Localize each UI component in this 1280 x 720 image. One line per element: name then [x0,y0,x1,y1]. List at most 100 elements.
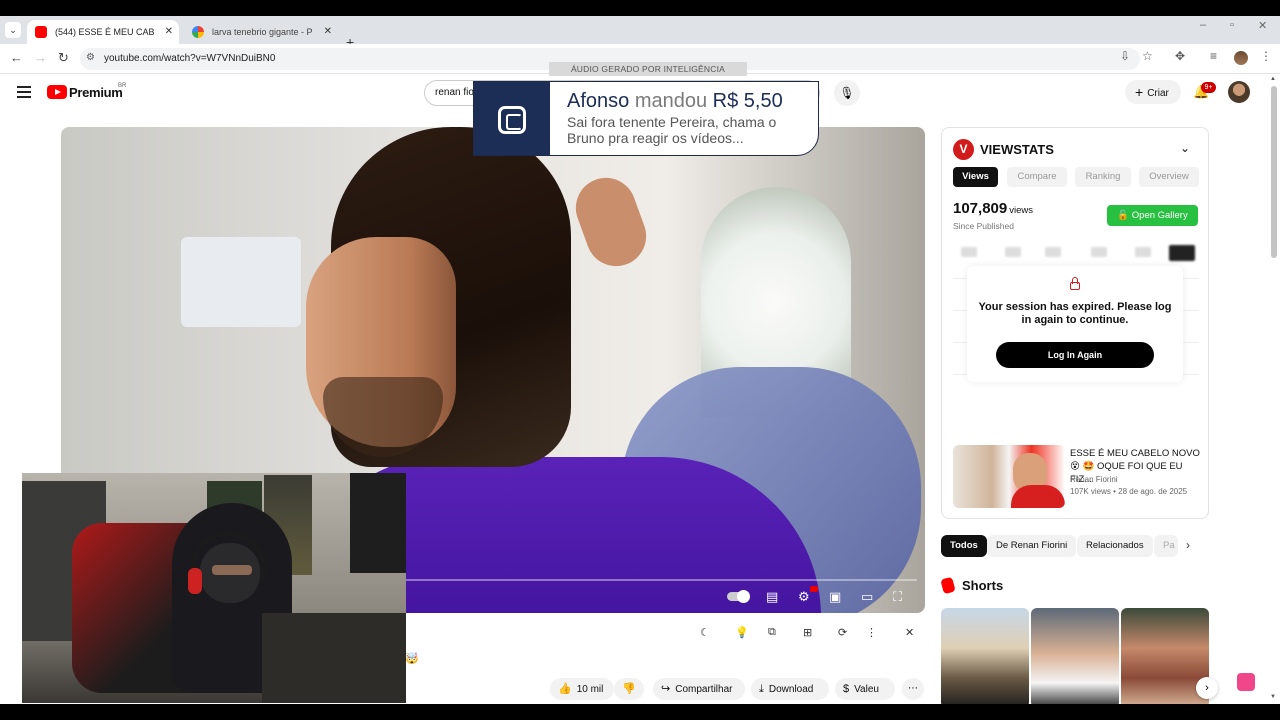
download-button[interactable]: ⤓ Download [751,678,829,700]
scroll-down-arrow-icon[interactable]: ▼ [1270,694,1276,700]
tab-google-search[interactable]: larva tenebrio gigante - Pesquisa ✕ [184,20,338,44]
webcam-poster [350,473,406,573]
reload-icon[interactable]: ↻ [58,50,69,66]
media-control-icon[interactable]: ≡ [1210,49,1217,63]
close-toolbar-icon[interactable]: ✕ [905,626,914,639]
fullscreen-icon[interactable]: ⛶ [893,589,902,605]
donation-headline: Afonso mandou R$ 5,50 [567,90,783,113]
viewstats-tabs: Views Compare Ranking Overview [953,167,1199,187]
guide-menu-icon[interactable] [17,86,31,101]
subtitles-icon[interactable]: ▤ [766,589,778,605]
time-range-option[interactable] [961,247,977,257]
chip-all[interactable]: Todos [941,535,987,557]
streamer-webcam [22,473,406,703]
browser-menu-icon[interactable]: ⋮ [1260,49,1272,63]
share-button[interactable]: ↪ Compartilhar [653,678,745,700]
theater-mode-icon[interactable]: ▭ [861,589,873,605]
short-thumbnail[interactable] [1031,608,1119,708]
forward-arrow-icon[interactable]: → [34,50,47,65]
create-button[interactable]: + Criar [1125,80,1181,104]
chip-related[interactable]: Relacionados [1077,535,1153,557]
hd-badge-icon [810,586,818,592]
time-range-option[interactable] [1091,247,1107,257]
tab-overview[interactable]: Overview [1139,167,1199,187]
super-thanks-icon: $ [843,683,850,695]
shorts-section-title: Shorts [962,578,1004,593]
loop-icon[interactable]: ⟳ [838,626,847,639]
collapse-chevron-icon[interactable]: ⌄ [1180,141,1190,155]
country-code: BR [118,83,127,89]
time-range-option[interactable] [1135,247,1151,257]
thumbs-up-icon: 👍 [558,683,572,695]
time-range-option-selected[interactable] [1169,245,1195,261]
pip-icon[interactable]: ⧉ [768,626,776,639]
install-app-icon[interactable]: ⇩ [1120,49,1130,63]
back-arrow-icon[interactable]: ← [10,50,23,65]
time-range-option[interactable] [1045,247,1061,257]
viewstats-video-card[interactable]: ESSE É MEU CABELO NOVO 😵 🤩 OQUE FOI QUE … [953,445,1200,509]
extensions-puzzle-icon[interactable]: ✥ [1175,49,1185,63]
window-close-icon[interactable]: ✕ [1258,19,1267,32]
notification-count-badge: 9+ [1201,82,1216,93]
log-in-again-button[interactable]: Log In Again [996,342,1154,368]
video-frame-wall-unit [181,237,301,327]
screenshot-icon[interactable]: ⊞ [803,626,812,639]
chips-next-chevron-icon[interactable]: › [1186,538,1190,552]
like-button[interactable]: 👍 10 mil [550,678,614,700]
page-scrollbar[interactable] [1271,86,1277,258]
bookmark-star-icon[interactable]: ☆ [1142,49,1153,63]
dislike-button[interactable]: 👎 [614,678,644,700]
ai-audio-banner: ÁUDIO GERADO POR INTELIGÊNCIA ARTIFICIAL [549,62,747,88]
video-thumbnail[interactable] [953,445,1065,508]
plus-icon: + [1135,84,1144,100]
tab-search-chevron-icon[interactable]: ⌄ [5,22,21,38]
scroll-up-arrow-icon[interactable]: ▲ [1270,76,1276,82]
tab-label: larva tenebrio gigante - Pesquisa [212,27,312,37]
minimize-icon[interactable]: – [1200,19,1206,31]
share-arrow-icon: ↪ [661,683,671,695]
open-gallery-label: Open Gallery [1131,210,1188,221]
close-tab-icon[interactable]: ✕ [324,20,332,44]
autoplay-toggle[interactable] [727,590,750,603]
dark-mode-moon-icon[interactable]: ☾ [700,626,710,639]
youtube-logo-icon[interactable] [47,85,67,99]
maximize-icon[interactable]: ▫ [1230,19,1234,31]
settings-gear-icon[interactable]: ⚙ [798,589,810,605]
lightbulb-icon[interactable]: 💡 [735,626,749,639]
since-published-label: Since Published [953,221,1014,231]
top-letterbox [0,0,1280,16]
bottom-letterbox [0,704,1280,720]
voice-search-mic-icon[interactable]: 🎙 [834,80,860,106]
short-thumbnail[interactable] [941,608,1029,708]
chip-partial[interactable]: Pa [1154,535,1178,557]
donation-message: Sai fora tenente Pereira, chama o Bruno … [567,114,777,146]
view-count-unit: views [1009,205,1033,216]
youtube-premium-logo[interactable]: Premium [69,85,123,100]
create-label: Criar [1147,88,1169,99]
site-info-icon[interactable]: ⚙ [86,52,95,63]
viewstats-logo-icon: V [953,139,974,160]
close-tab-icon[interactable]: ✕ [165,20,173,44]
like-count: 10 mil [576,684,604,695]
gift-icon[interactable] [1237,673,1255,691]
shorts-next-arrow-icon[interactable]: › [1196,677,1218,699]
time-range-option[interactable] [1005,247,1021,257]
tab-youtube-video[interactable]: (544) ESSE É MEU CABELO NOVO ✕ [27,20,179,44]
tab-label: (544) ESSE É MEU CABELO NOVO [55,27,155,37]
more-actions-button[interactable]: ⋯ [902,678,924,700]
thanks-button[interactable]: $ Valeu [835,678,895,700]
tab-views[interactable]: Views [953,167,998,187]
open-gallery-button[interactable]: 🔓 Open Gallery [1107,205,1198,226]
viewstats-title: VIEWSTATS [980,142,1054,157]
more-vertical-icon[interactable]: ⋮ [866,626,877,639]
miniplayer-icon[interactable]: ▣ [829,589,841,605]
chrome-profile-avatar[interactable] [1234,51,1248,65]
short-thumbnail[interactable] [1121,608,1209,708]
video-channel[interactable]: Renan Fiorini [1070,475,1118,484]
tab-ranking[interactable]: Ranking [1075,167,1131,187]
viewstats-panel: V VIEWSTATS ⌄ Views Compare Ranking Over… [941,127,1209,519]
account-avatar[interactable] [1228,81,1250,103]
tab-compare[interactable]: Compare [1007,167,1067,187]
emoji-icon: 🤯 [405,653,419,665]
chip-from-channel[interactable]: De Renan Fiorini [987,535,1077,557]
